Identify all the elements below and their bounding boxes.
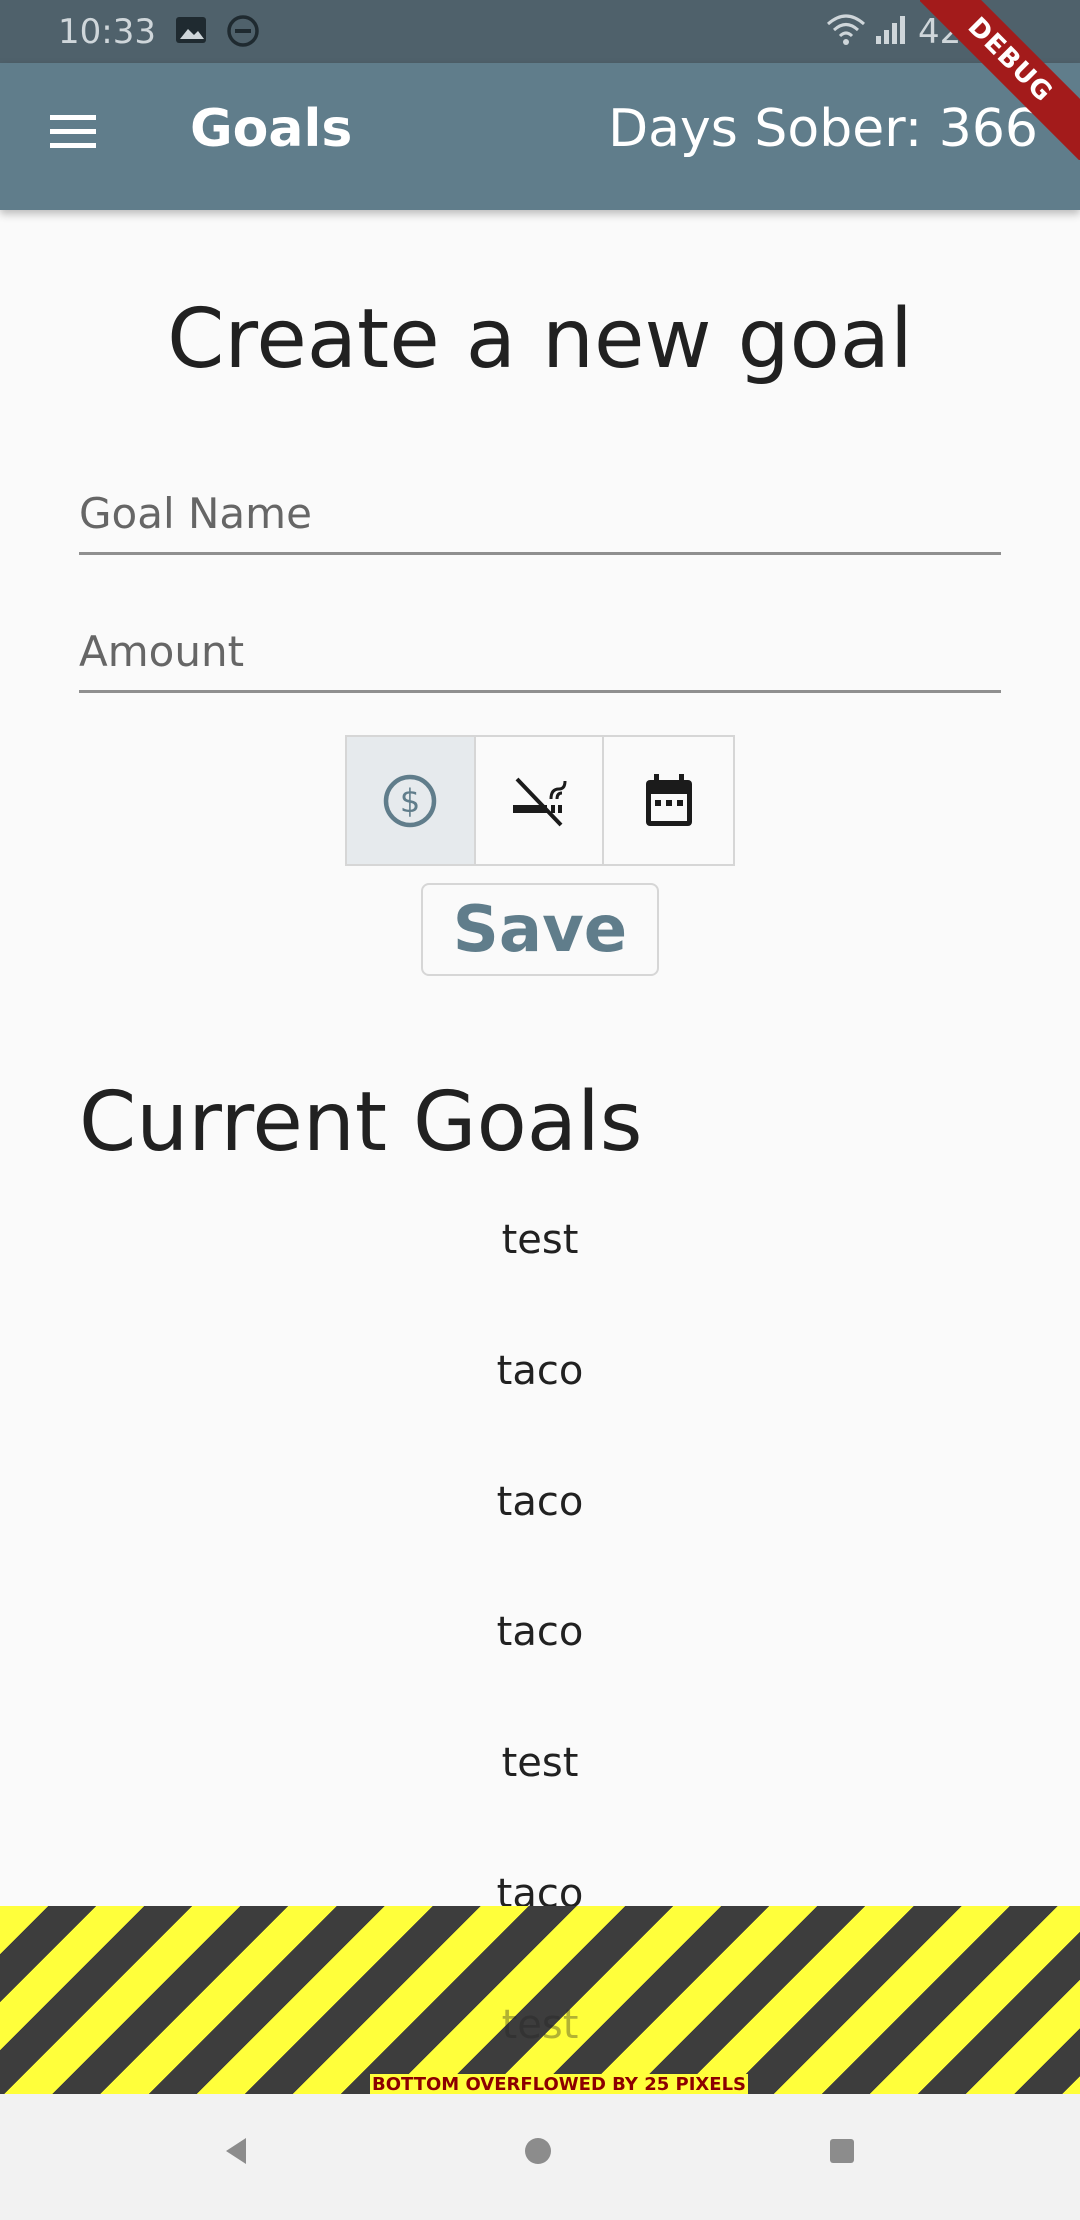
image-notification-icon: [176, 17, 206, 43]
cell-signal-icon: [876, 16, 905, 44]
list-item[interactable]: taco: [0, 1479, 1080, 1525]
list-item[interactable]: taco: [0, 1609, 1080, 1655]
toggle-smoking[interactable]: [476, 737, 605, 864]
calendar-icon: [645, 773, 692, 826]
no-smoking-icon: [513, 777, 567, 826]
list-item[interactable]: test: [0, 2002, 1080, 2048]
recent-apps-icon[interactable]: [828, 2137, 856, 2165]
amount-field[interactable]: [79, 603, 1001, 693]
current-goals-heading: Current Goals: [79, 1075, 643, 1170]
overflow-warning-label: BOTTOM OVERFLOWED BY 25 PIXELS: [370, 2074, 749, 2095]
overflow-warning-stripes: [0, 1906, 1080, 2094]
page-title: Goals: [190, 99, 353, 159]
goal-name-field[interactable]: [79, 465, 1001, 555]
status-time: 10:33: [58, 12, 156, 52]
system-nav-bar: [0, 2094, 1080, 2220]
home-icon[interactable]: [523, 2136, 553, 2166]
svg-text:$: $: [400, 782, 420, 820]
debug-banner-label: DEBUG: [920, 0, 1080, 160]
menu-icon[interactable]: [48, 111, 100, 153]
goal-type-toggle-group: $: [345, 735, 735, 866]
wifi-icon: [827, 14, 865, 45]
toggle-money[interactable]: $: [347, 737, 476, 864]
list-item[interactable]: taco: [0, 1348, 1080, 1394]
dollar-circle-icon: $: [384, 774, 437, 827]
debug-banner: DEBUG: [920, 0, 1080, 160]
create-goal-heading: Create a new goal: [167, 292, 913, 387]
list-item[interactable]: test: [0, 1740, 1080, 1786]
toggle-calendar[interactable]: [604, 737, 733, 864]
goal-name-input[interactable]: [79, 465, 1001, 552]
list-item[interactable]: test: [0, 1217, 1080, 1263]
status-bar: 10:33 42: [0, 0, 1080, 63]
back-icon[interactable]: [220, 2134, 250, 2168]
save-button[interactable]: Save: [421, 883, 659, 976]
app-bar: Goals Days Sober: 366: [0, 63, 1080, 210]
do-not-disturb-icon: [227, 15, 259, 47]
amount-input[interactable]: [79, 603, 1001, 690]
